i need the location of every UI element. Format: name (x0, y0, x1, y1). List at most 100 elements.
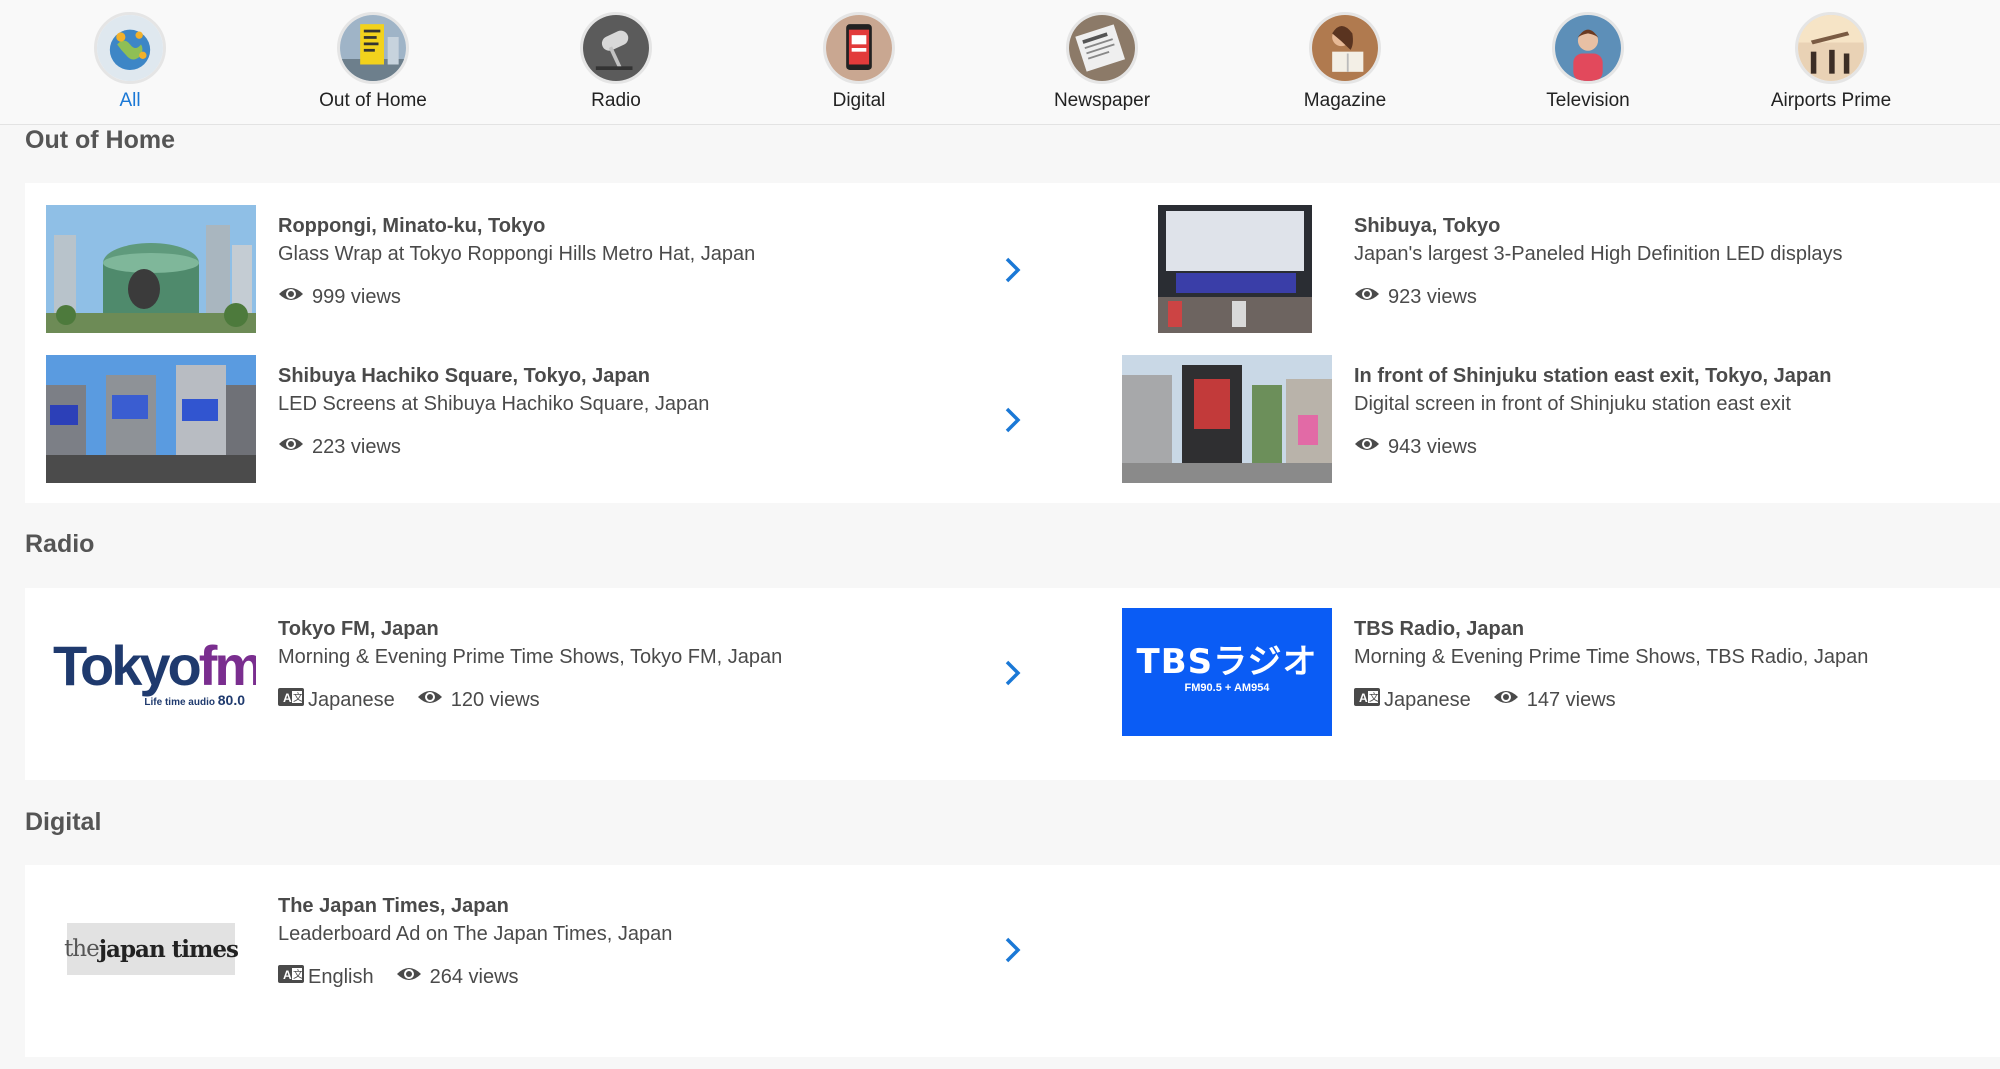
listing-meta: 223 views (278, 435, 1038, 459)
listing-card[interactable]: Shibuya, Tokyo Japan's largest 3-Paneled… (1122, 205, 1992, 333)
section-title-out-of-home: Out of Home (25, 126, 175, 154)
listing-title[interactable]: Tokyo FM, Japan (278, 616, 1038, 642)
listing-card[interactable]: the japan times The Japan Times, Japan Le… (46, 885, 1046, 1013)
logo-text: japan times (98, 935, 239, 963)
japan-times-logo: the japan times (46, 885, 256, 1013)
out-of-home-panel: Roppongi, Minato-ku, Tokyo Glass Wrap at… (25, 183, 2000, 503)
listing-description: Digital screen in front of Shinjuku stat… (1354, 393, 1791, 415)
listing-card[interactable]: In front of Shinjuku station east exit, … (1122, 355, 1992, 483)
view-count: 999 views (312, 285, 401, 308)
logo-text: fm (198, 634, 256, 697)
listing-info: Tokyo FM, Japan Morning & Evening Prime … (278, 616, 1038, 712)
category-label: Airports Prime (1770, 90, 1892, 111)
view-count: 147 views (1526, 688, 1616, 711)
listing-description: Glass Wrap at Tokyo Roppongi Hills Metro… (278, 243, 756, 265)
translate-icon: A文 (1354, 688, 1380, 712)
listing-card[interactable]: Roppongi, Minato-ku, Tokyo Glass Wrap at… (46, 205, 1046, 333)
view-count: 943 views (1388, 435, 1477, 458)
category-bar: All Out of Home Radio Digital Newspaper … (0, 0, 2000, 125)
next-button[interactable] (1001, 405, 1025, 435)
airport-icon (1795, 12, 1867, 84)
eye-icon (1354, 285, 1380, 309)
logo-tagline: Life time audio (144, 697, 215, 708)
view-count: 264 views (429, 965, 519, 988)
category-digital[interactable]: Digital (759, 12, 959, 112)
chevron-right-icon (1001, 935, 1025, 965)
listing-title[interactable]: The Japan Times, Japan (278, 893, 1038, 919)
category-out-of-home[interactable]: Out of Home (273, 12, 473, 112)
radio-panel: Tokyofm Life time audio 80.0 Tokyo FM, J… (25, 588, 2000, 780)
language-label: Japanese (308, 688, 395, 711)
category-magazine[interactable]: Magazine (1245, 12, 1445, 112)
listing-meta: A 文 Japanese 120 views (278, 688, 1038, 712)
listing-description: Japan's largest 3-Paneled High Definitio… (1354, 243, 1843, 265)
category-label: Magazine (1303, 90, 1387, 111)
eye-icon (278, 285, 304, 309)
listing-description: Leaderboard Ad on The Japan Times, Japan (278, 923, 673, 945)
category-all[interactable]: All (30, 12, 230, 112)
language-label: English (308, 965, 374, 988)
svg-text:文: 文 (1369, 691, 1379, 704)
television-icon (1552, 12, 1624, 84)
listing-card[interactable]: TBSラジオ FM90.5 + AM954 TBS Radio, Japan M… (1122, 608, 1992, 736)
listing-title[interactable]: Roppongi, Minato-ku, Tokyo (278, 213, 1038, 239)
digital-panel: the japan times The Japan Times, Japan Le… (25, 865, 2000, 1057)
chevron-right-icon (1001, 255, 1025, 285)
listing-info: The Japan Times, Japan Leaderboard Ad on… (278, 893, 1038, 989)
listing-info: Shibuya, Tokyo Japan's largest 3-Paneled… (1354, 213, 1994, 309)
category-television[interactable]: Television (1488, 12, 1688, 112)
tokyo-fm-logo: Tokyofm Life time audio 80.0 (46, 608, 256, 736)
logo-frequency: 80.0 (217, 692, 245, 708)
next-button[interactable] (1001, 255, 1025, 285)
billboard-icon (337, 12, 409, 84)
view-count: 120 views (450, 688, 540, 711)
eye-icon (1354, 435, 1380, 459)
globe-icon (94, 12, 166, 84)
listing-description: Morning & Evening Prime Time Shows, TBS … (1354, 646, 1869, 668)
logo-text: TBSラジオ (1136, 642, 1318, 682)
category-label: All (119, 90, 141, 111)
smartphone-icon (823, 12, 895, 84)
section-title-radio: Radio (25, 530, 95, 558)
listing-description: Morning & Evening Prime Time Shows, Toky… (278, 646, 783, 668)
category-airports-prime[interactable]: Airports Prime (1731, 12, 1931, 112)
listing-title[interactable]: Shibuya Hachiko Square, Tokyo, Japan (278, 363, 1038, 389)
logo-frequency: FM90.5 + AM954 (1184, 682, 1270, 694)
view-count: 223 views (312, 435, 401, 458)
listing-meta: 943 views (1354, 435, 1994, 459)
listing-meta: A 文 English 264 views (278, 965, 1038, 989)
listing-image (46, 205, 256, 333)
listing-title[interactable]: In front of Shinjuku station east exit, … (1354, 363, 1994, 389)
listing-image (1122, 205, 1332, 333)
category-newspaper[interactable]: Newspaper (1002, 12, 1202, 112)
listing-meta: A 文 Japanese 147 views (1354, 688, 1994, 712)
listing-image (46, 355, 256, 483)
eye-icon (278, 435, 304, 459)
category-radio[interactable]: Radio (516, 12, 716, 112)
logo-text: the (64, 936, 100, 962)
listing-title[interactable]: TBS Radio, Japan (1354, 616, 1994, 642)
magazine-icon (1309, 12, 1381, 84)
chevron-right-icon (1001, 658, 1025, 688)
listing-meta: 999 views (278, 285, 1038, 309)
category-label: Radio (591, 90, 641, 111)
listing-title[interactable]: Shibuya, Tokyo (1354, 213, 1994, 239)
category-label: Television (1546, 90, 1630, 111)
listing-description: LED Screens at Shibuya Hachiko Square, J… (278, 393, 710, 415)
eye-icon (417, 688, 443, 712)
next-button[interactable] (1001, 658, 1025, 688)
view-count: 923 views (1388, 285, 1477, 308)
listing-meta: 923 views (1354, 285, 1994, 309)
listing-info: Roppongi, Minato-ku, Tokyo Glass Wrap at… (278, 213, 1038, 309)
listing-image (1122, 355, 1332, 483)
chevron-right-icon (1001, 405, 1025, 435)
next-button[interactable] (1001, 935, 1025, 965)
translate-icon: A文 (278, 688, 304, 712)
svg-text:文: 文 (293, 691, 303, 704)
category-label: Out of Home (319, 90, 427, 111)
eye-icon (1493, 688, 1519, 712)
newspaper-icon (1066, 12, 1138, 84)
listing-card[interactable]: Shibuya Hachiko Square, Tokyo, Japan LED… (46, 355, 1046, 483)
microphone-icon (580, 12, 652, 84)
listing-card[interactable]: Tokyofm Life time audio 80.0 Tokyo FM, J… (46, 608, 1046, 736)
